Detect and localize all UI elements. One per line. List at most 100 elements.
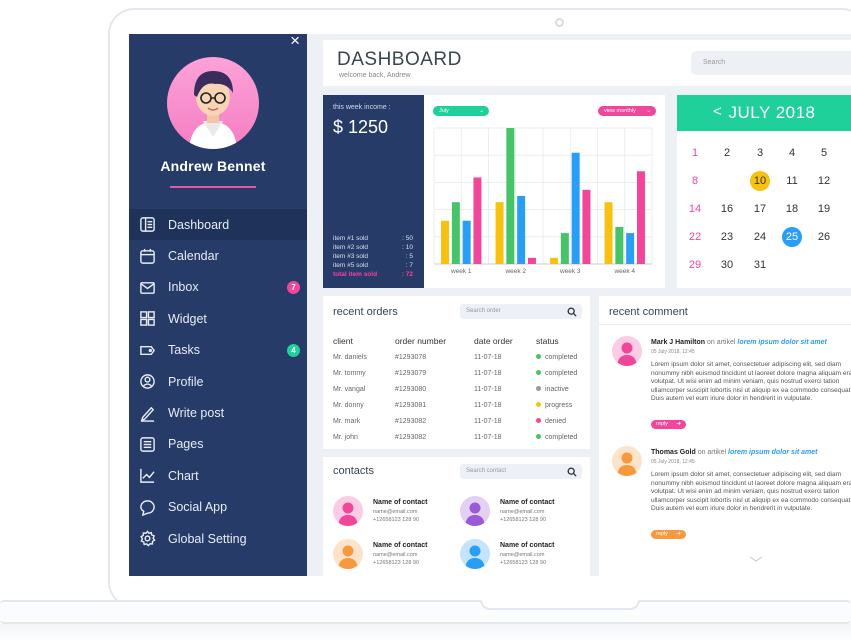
order-status-label: inactive (545, 385, 569, 393)
reply-button[interactable]: reply ➜ (651, 420, 686, 429)
calendar-day[interactable]: 19 (814, 199, 834, 219)
sidebar-item-pages[interactable]: Pages (129, 429, 307, 460)
bar[interactable] (527, 257, 536, 264)
contact-item[interactable]: Name of contact name@email.com +12658123 1… (333, 539, 453, 575)
contact-item[interactable]: Name of contact name@email.com +12658123 1… (333, 496, 453, 532)
mail-icon (139, 279, 156, 296)
contacts-title: contacts (333, 465, 374, 477)
comment-item: Mark J Hamilton on artikel lorem ipsum d… (609, 336, 851, 436)
contact-item[interactable]: Name of contact name@email.com +12658123 1… (460, 496, 580, 532)
calendar-day[interactable]: 23 (717, 227, 737, 247)
bar[interactable] (495, 202, 504, 264)
x-tick-label: week 2 (504, 268, 526, 275)
sidebar-item-label: Dashboard (168, 217, 230, 232)
sidebar-item-profile[interactable]: Profile (129, 366, 307, 397)
bar[interactable] (560, 233, 569, 264)
contact-avatar (460, 539, 490, 569)
table-row[interactable]: Mr. tommy #1293079 11-07-18 completed (333, 365, 583, 381)
bar[interactable] (636, 171, 645, 264)
x-tick-label: week 1 (450, 268, 472, 275)
contact-search-input[interactable]: Search contact (460, 464, 582, 479)
sold-label: item #1 sold (333, 235, 369, 242)
sidebar-item-global-setting[interactable]: Global Setting (129, 523, 307, 554)
sidebar-item-label: Tasks (168, 343, 200, 358)
sidebar-item-calendar[interactable]: Calendar (129, 240, 307, 271)
bar[interactable] (615, 226, 624, 264)
comment-article-link[interactable]: lorem ipsum dolor sit amet (728, 449, 817, 456)
calendar-day[interactable]: 24 (750, 227, 770, 247)
search-input[interactable]: Search (691, 51, 851, 75)
comment-author-line: Mark J Hamilton on artikel lorem ipsum d… (651, 339, 827, 346)
sidebar-item-inbox[interactable]: Inbox 7 (129, 272, 307, 303)
sidebar-item-dashboard[interactable]: Dashboard (129, 209, 307, 241)
contact-phone: +12658123 128 90 (500, 560, 547, 566)
calendar-widget: < JULY 2018 1 2 3 4 5 8 10 11 12 14 16 17 18 19 22 23 24… (677, 95, 851, 288)
contact-item[interactable]: Name of contact name@email.com +12658123 1… (460, 539, 580, 575)
pages-icon (139, 436, 156, 453)
order-number: #1293079 (395, 369, 427, 377)
table-row[interactable]: Mr. vangal #1293080 11-07-18 inactive (333, 381, 583, 397)
calendar-day[interactable]: 29 (685, 255, 705, 275)
calendar-day[interactable]: 25 (782, 227, 802, 247)
bar[interactable] (451, 202, 460, 264)
comment-author: Mark J Hamilton (651, 339, 706, 346)
bar[interactable] (473, 177, 482, 264)
bar[interactable] (550, 257, 559, 264)
sidebar-item-chart[interactable]: Chart (129, 460, 307, 491)
calendar-day[interactable]: 18 (782, 199, 802, 219)
order-date: 11-07-18 (474, 385, 502, 393)
reply-button[interactable]: reply ➜ (651, 530, 686, 539)
calendar-day[interactable]: 16 (717, 199, 737, 219)
calendar-day[interactable]: 14 (685, 199, 705, 219)
calendar-day[interactable]: 31 (750, 255, 770, 275)
order-search-input[interactable]: Search order (460, 304, 582, 319)
calendar-day[interactable]: 8 (685, 171, 705, 191)
calendar-day[interactable]: 4 (782, 143, 802, 163)
gear-icon (139, 530, 156, 547)
search-icon (567, 467, 577, 477)
sidebar-item-widget[interactable]: Widget (129, 303, 307, 334)
bar[interactable] (506, 128, 515, 264)
page-header: DASHBOARD welcome back, Andrew Search (323, 40, 851, 86)
view-dropdown[interactable]: view monthly ⌄ (598, 106, 656, 116)
sidebar-item-social-app[interactable]: Social App (129, 492, 307, 523)
status-dot (536, 353, 541, 359)
calendar-day[interactable]: 10 (750, 171, 770, 191)
calendar-day[interactable]: 11 (782, 171, 802, 191)
bar[interactable] (626, 233, 635, 264)
contacts-card: contacts Search contact Name of contact n… (323, 457, 590, 576)
order-client: Mr. john (333, 433, 358, 441)
table-row[interactable]: Mr. mark #1293082 11-07-18 denied (333, 413, 583, 429)
bar[interactable] (462, 220, 471, 264)
table-row[interactable]: Mr. john #1293082 11-07-18 completed (333, 429, 583, 445)
calendar-day[interactable]: 3 (750, 143, 770, 163)
bar[interactable] (604, 202, 613, 264)
table-row[interactable]: Mr. donny #1293081 11-07-18 progress (333, 397, 583, 413)
comment-on-text: on artikel (697, 449, 727, 456)
calendar-day[interactable]: 1 (685, 143, 705, 163)
bar[interactable] (582, 189, 591, 264)
sidebar-item-label: Write post (168, 406, 225, 421)
month-dropdown-label: July (439, 108, 449, 114)
calendar-day[interactable]: 30 (717, 255, 737, 275)
calendar-day[interactable]: 26 (814, 227, 834, 247)
sidebar-item-label: Widget (168, 311, 207, 326)
sidebar-item-tasks[interactable]: Tasks 4 (129, 335, 307, 366)
comment-article-link[interactable]: lorem ipsum dolor sit amet (737, 339, 826, 346)
calendar-day[interactable]: 5 (814, 143, 834, 163)
sidebar-item-write-post[interactable]: Write post (129, 397, 307, 428)
month-dropdown[interactable]: July ⌄ (433, 106, 489, 116)
bar[interactable] (571, 152, 580, 264)
close-icon[interactable]: × (290, 34, 300, 49)
comment-item: Thomas Gold on artikel lorem ipsum dolor… (609, 446, 851, 546)
comment-text: Lorem ipsum dolor sit amet, consectetuer… (651, 471, 851, 513)
chevron-down-icon[interactable] (749, 556, 763, 562)
calendar-day[interactable]: 2 (717, 143, 737, 163)
calendar-day[interactable]: 12 (814, 171, 834, 191)
contact-email: name@email.com (373, 552, 418, 558)
calendar-day[interactable]: 22 (685, 227, 705, 247)
bar[interactable] (441, 220, 450, 264)
table-row[interactable]: Mr. daniels #1293078 11-07-18 completed (333, 349, 583, 365)
calendar-day[interactable]: 17 (750, 199, 770, 219)
bar[interactable] (517, 196, 526, 264)
